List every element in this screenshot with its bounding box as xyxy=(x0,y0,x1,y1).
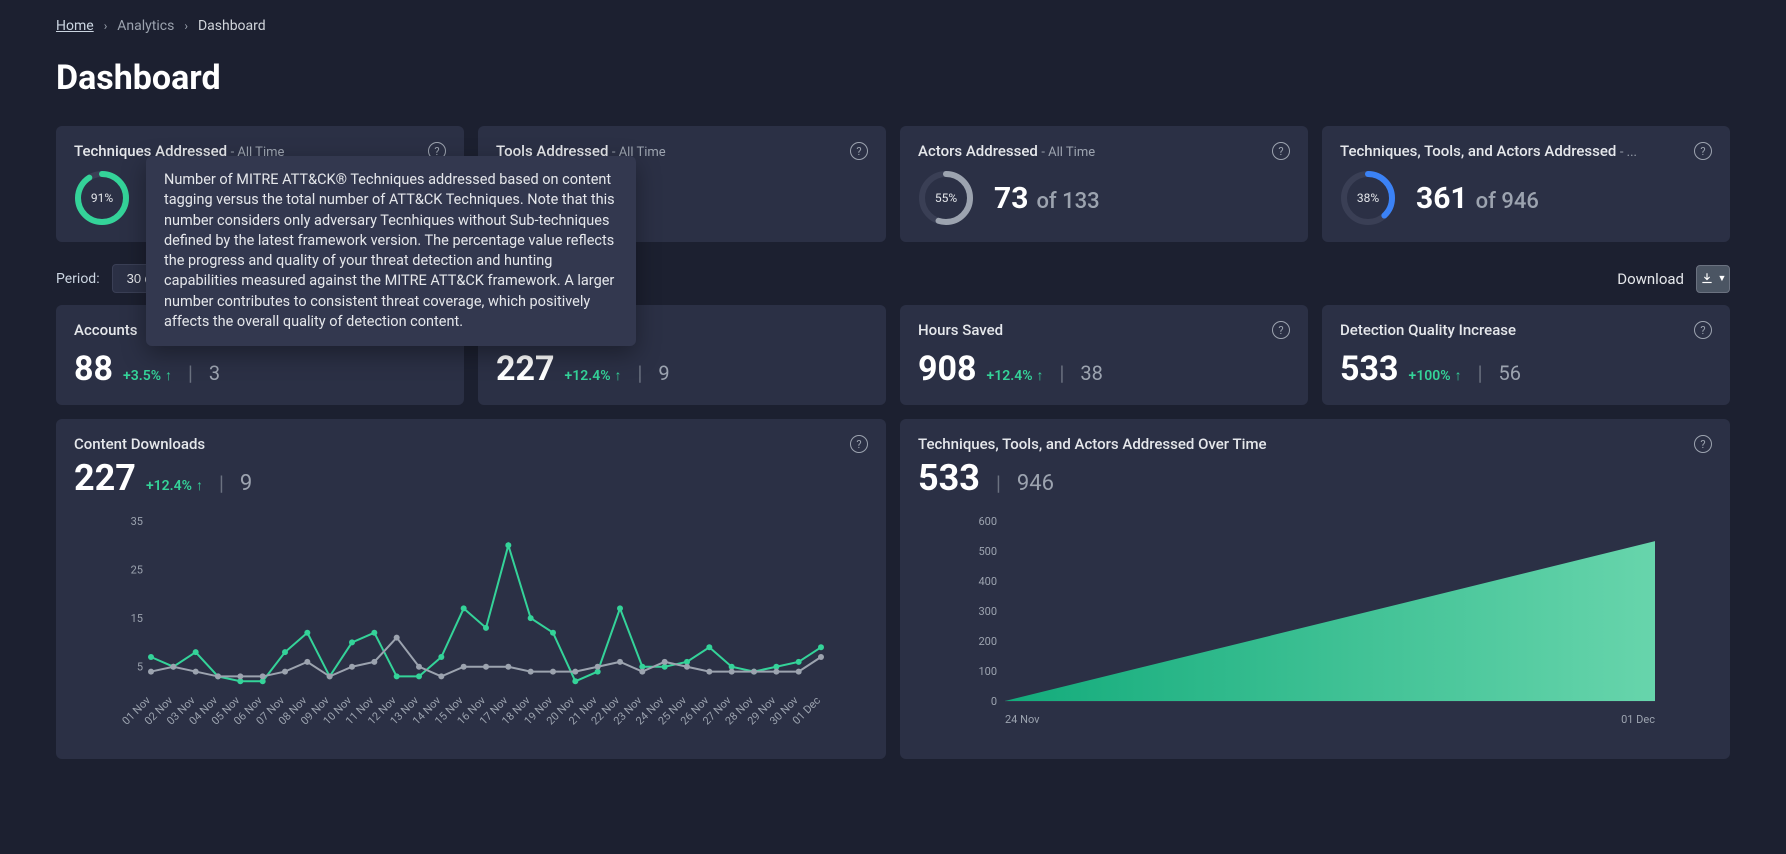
arrow-up-icon: ↑ xyxy=(1455,367,1462,384)
help-icon[interactable]: ? xyxy=(1694,435,1712,453)
stat-secondary: 9 xyxy=(658,361,669,385)
arrow-up-icon: ↑ xyxy=(615,367,622,384)
chart-secondary: 9 xyxy=(240,471,252,496)
arrow-up-icon: ↑ xyxy=(196,477,203,494)
card-hours-saved: Hours Saved ? 908 +12.4% ↑ | 38 xyxy=(900,305,1308,405)
svg-text:600: 600 xyxy=(978,515,997,528)
chart-title: Techniques, Tools, and Actors Addressed … xyxy=(918,435,1267,453)
svg-text:35: 35 xyxy=(131,515,143,528)
progress-ring: 55% xyxy=(918,170,974,226)
svg-text:24 Nov: 24 Nov xyxy=(1005,713,1040,726)
help-icon[interactable]: ? xyxy=(1272,142,1290,160)
stat-secondary: 38 xyxy=(1080,361,1102,385)
svg-text:500: 500 xyxy=(978,545,997,558)
card-subtitle: - All Time xyxy=(1041,145,1095,160)
page-title: Dashboard xyxy=(56,58,1730,98)
card-tta-over-time-chart: Techniques, Tools, and Actors Addressed … xyxy=(900,419,1730,759)
arrow-up-icon: ↑ xyxy=(1037,367,1044,384)
chart-value: 533 xyxy=(918,457,980,499)
arrow-up-icon: ↑ xyxy=(165,367,172,384)
progress-ring: 91% xyxy=(74,170,130,226)
tta-area-chart: 0 100 200 300 400 500 600 24 Nov 01 Dec xyxy=(918,511,1712,731)
chevron-right-icon: › xyxy=(184,19,188,33)
help-icon[interactable]: ? xyxy=(1694,321,1712,339)
svg-text:100: 100 xyxy=(978,665,997,678)
card-tta-addressed: Techniques, Tools, and Actors Addressed … xyxy=(1322,126,1730,242)
ring-percent: 91% xyxy=(91,191,113,205)
svg-text:300: 300 xyxy=(978,605,997,618)
help-icon[interactable]: ? xyxy=(850,435,868,453)
ring-percent: 38% xyxy=(1357,191,1379,205)
card-title: Actors Addressed xyxy=(918,142,1038,160)
svg-text:400: 400 xyxy=(978,575,997,588)
card-title: Hours Saved xyxy=(918,321,1003,339)
card-title: Detection Quality Increase xyxy=(1340,321,1516,339)
card-actors-addressed: Actors Addressed - All Time ? 55% 73 of … xyxy=(900,126,1308,242)
svg-text:01 Dec: 01 Dec xyxy=(1621,713,1655,726)
download-link[interactable]: Download xyxy=(1617,270,1684,288)
stat-value: 908 xyxy=(918,349,977,389)
chart-title: Content Downloads xyxy=(74,435,205,453)
tooltip-techniques-help: Number of MITRE ATT&CK® Techniques addre… xyxy=(146,156,636,346)
card-title: Accounts xyxy=(74,321,138,339)
svg-text:25: 25 xyxy=(131,564,143,577)
stat-delta: +100% ↑ xyxy=(1409,368,1462,385)
download-icon xyxy=(1700,272,1714,286)
chart-value: 227 xyxy=(74,457,136,499)
card-techniques-addressed: Techniques Addressed - All Time ? 91% Nu… xyxy=(56,126,464,242)
card-title: Techniques, Tools, and Actors Addressed xyxy=(1340,142,1616,160)
stat-value: 88 xyxy=(74,349,113,389)
download-button[interactable]: ▼ xyxy=(1696,265,1730,293)
stat-delta: +3.5% ↑ xyxy=(123,368,172,385)
breadcrumb: Home › Analytics › Dashboard xyxy=(56,18,1730,34)
help-icon[interactable]: ? xyxy=(1272,321,1290,339)
chart-delta: +12.4% ↑ xyxy=(146,478,203,495)
stat-delta: +12.4% ↑ xyxy=(987,368,1044,385)
stat-secondary: 56 xyxy=(1498,361,1520,385)
ring-percent: 55% xyxy=(935,191,957,205)
stat-delta: +12.4% ↑ xyxy=(565,368,622,385)
progress-ring: 38% xyxy=(1340,170,1396,226)
breadcrumb-dashboard: Dashboard xyxy=(198,18,266,34)
content-downloads-line-chart: 515253501 Nov02 Nov03 Nov04 Nov05 Nov06 … xyxy=(74,511,868,731)
help-icon[interactable]: ? xyxy=(1694,142,1712,160)
period-label: Period: xyxy=(56,271,100,287)
card-value: 361 xyxy=(1416,181,1468,216)
card-of: of 946 xyxy=(1476,189,1539,214)
stat-value: 533 xyxy=(1340,349,1399,389)
card-content-downloads-chart: Content Downloads ? 227 +12.4% ↑ | 9 515… xyxy=(56,419,886,759)
svg-text:15: 15 xyxy=(131,612,143,625)
card-detection-quality: Detection Quality Increase ? 533 +100% ↑… xyxy=(1322,305,1730,405)
caret-down-icon: ▼ xyxy=(1718,273,1727,284)
svg-text:5: 5 xyxy=(137,661,143,674)
breadcrumb-home[interactable]: Home xyxy=(56,18,94,34)
svg-text:200: 200 xyxy=(978,635,997,648)
svg-text:0: 0 xyxy=(991,695,997,708)
stat-secondary: 3 xyxy=(209,361,220,385)
chevron-right-icon: › xyxy=(104,19,108,33)
stat-value: 227 xyxy=(496,349,555,389)
card-of: of 133 xyxy=(1036,189,1099,214)
chart-secondary: 946 xyxy=(1017,471,1054,496)
card-value: 73 xyxy=(994,181,1028,216)
breadcrumb-analytics[interactable]: Analytics xyxy=(117,18,174,34)
card-subtitle: - ... xyxy=(1620,145,1637,160)
help-icon[interactable]: ? xyxy=(850,142,868,160)
